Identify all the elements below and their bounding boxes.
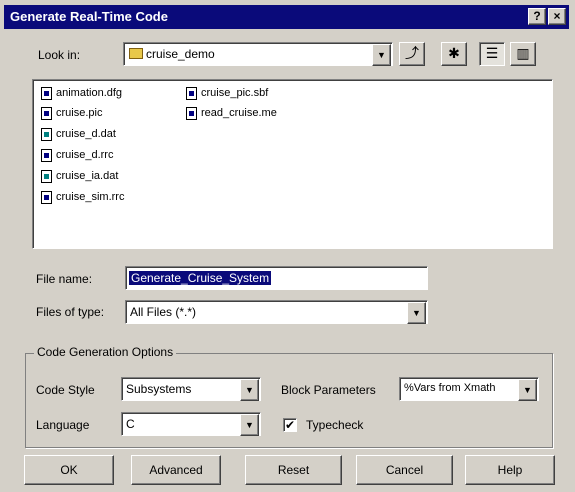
list-view-icon: ☰	[485, 45, 499, 61]
title-bar: Generate Real-Time Code	[4, 5, 569, 29]
language-label: Language	[36, 418, 90, 432]
files-of-type-dropdown[interactable]: All Files (*.*) ▼	[125, 300, 428, 324]
document-icon	[41, 148, 52, 162]
new-folder-button[interactable]: ✱	[441, 42, 467, 66]
chevron-down-icon[interactable]: ▼	[240, 414, 259, 436]
code-style-dropdown[interactable]: Subsystems ▼	[121, 377, 261, 401]
list-item[interactable]: cruise_pic.sbf	[186, 84, 268, 102]
cancel-button[interactable]: Cancel	[356, 455, 453, 485]
close-icon: ×	[553, 9, 561, 23]
chevron-down-icon[interactable]: ▼	[518, 379, 537, 401]
close-button[interactable]: ×	[548, 8, 566, 25]
up-folder-icon: ⤴	[405, 45, 419, 61]
files-of-type-label: Files of type:	[36, 305, 105, 319]
language-dropdown[interactable]: C ▼	[121, 412, 261, 436]
block-parameters-value: %Vars from Xmath	[404, 382, 496, 394]
question-icon: ?	[533, 9, 541, 23]
new-folder-icon: ✱	[448, 45, 460, 61]
document-icon	[186, 106, 197, 120]
list-item[interactable]: cruise_d.dat	[41, 125, 116, 143]
advanced-button[interactable]: Advanced	[131, 455, 221, 485]
document-icon	[41, 106, 52, 120]
list-view-button[interactable]: ☰	[479, 42, 505, 66]
file-list[interactable]: animation.dfg cruise.pic cruise_d.dat cr…	[32, 79, 553, 249]
list-item[interactable]: cruise_sim.rrc	[41, 188, 124, 206]
help-button[interactable]: Help	[465, 455, 555, 485]
code-style-label: Code Style	[36, 383, 95, 397]
document-icon	[41, 190, 52, 204]
document-icon	[186, 86, 197, 100]
look-in-dropdown[interactable]: cruise_demo ▼	[123, 42, 393, 66]
list-item[interactable]: cruise_ia.dat	[41, 167, 118, 185]
checkmark-icon: ✔	[284, 418, 296, 432]
look-in-label: Look in:	[38, 48, 81, 62]
typecheck-checkbox[interactable]: ✔	[283, 418, 297, 432]
block-parameters-dropdown[interactable]: %Vars from Xmath ▼	[399, 377, 539, 401]
list-item[interactable]: read_cruise.me	[186, 104, 277, 122]
language-value: C	[126, 417, 135, 431]
look-in-value: cruise_demo	[146, 47, 215, 61]
block-parameters-label: Block Parameters	[281, 383, 376, 397]
window-title: Generate Real-Time Code	[10, 9, 168, 24]
file-name-value: Generate_Cruise_System	[129, 271, 272, 285]
list-item[interactable]: cruise.pic	[41, 104, 102, 122]
data-file-icon	[41, 169, 52, 183]
folder-icon	[129, 48, 143, 59]
chevron-down-icon[interactable]: ▼	[407, 302, 426, 324]
chevron-down-icon[interactable]: ▼	[372, 44, 391, 66]
up-folder-button[interactable]: ⤴	[399, 42, 425, 66]
data-file-icon	[41, 127, 52, 141]
code-style-value: Subsystems	[126, 382, 192, 396]
chevron-down-icon[interactable]: ▼	[240, 379, 259, 401]
file-name-label: File name:	[36, 272, 93, 286]
reset-button[interactable]: Reset	[245, 455, 342, 485]
files-of-type-value: All Files (*.*)	[130, 305, 197, 319]
ok-button[interactable]: OK	[24, 455, 114, 485]
list-item[interactable]: animation.dfg	[41, 84, 122, 102]
document-icon	[41, 86, 52, 100]
help-title-button[interactable]: ?	[528, 8, 546, 25]
list-item[interactable]: cruise_d.rrc	[41, 146, 113, 164]
file-name-input[interactable]: Generate_Cruise_System	[125, 266, 428, 290]
typecheck-label: Typecheck	[306, 418, 364, 432]
details-view-icon: ▥	[516, 45, 530, 61]
details-view-button[interactable]: ▥	[510, 42, 536, 66]
code-options-title: Code Generation Options	[34, 345, 177, 359]
